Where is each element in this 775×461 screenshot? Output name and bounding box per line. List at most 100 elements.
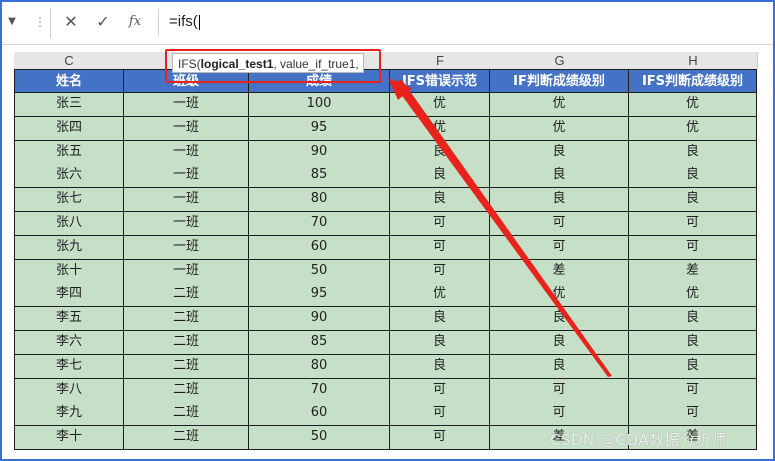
table-cell[interactable]: 优 [390,116,490,141]
table-cell[interactable]: 张七 [14,188,124,213]
column-header-0[interactable]: C [14,52,125,69]
table-cell[interactable]: 95 [249,116,390,141]
table-cell[interactable]: 一班 [124,212,249,236]
table-cell[interactable]: 可 [629,402,757,427]
table-cell[interactable]: 张五 [14,140,124,165]
table-cell[interactable]: 可 [490,212,629,236]
table-cell[interactable]: 良 [390,164,490,189]
table-cell[interactable]: 良 [490,164,629,189]
table-cell[interactable]: 良 [629,188,757,213]
close-icon[interactable]: ✕ [58,11,84,33]
table-cell[interactable]: 李九 [14,402,124,427]
table-cell[interactable]: 优 [629,283,757,308]
table-cell[interactable]: 良 [390,188,490,213]
table-cell[interactable]: 可 [629,212,757,236]
table-cell[interactable]: 二班 [124,307,249,332]
column-header-4[interactable]: G [490,52,630,69]
table-cell[interactable]: 100 [249,93,390,117]
table-cell[interactable]: 张九 [14,235,124,260]
table-cell[interactable]: 张三 [14,93,124,117]
table-cell[interactable]: 李四 [14,283,124,308]
table-cell[interactable]: 60 [249,235,390,260]
table-cell[interactable]: 90 [249,307,390,332]
table-cell[interactable]: 优 [490,116,629,141]
table-cell[interactable]: 一班 [124,116,249,141]
table-cell[interactable]: 50 [249,259,390,284]
header-cell[interactable]: IF判断成绩级别 [490,69,629,93]
table-cell[interactable]: 80 [249,188,390,213]
table-cell[interactable]: 良 [390,331,490,355]
header-cell[interactable]: IFS错误示范 [390,69,490,93]
table-cell[interactable]: 85 [249,331,390,355]
table-cell[interactable]: 良 [490,188,629,213]
table-cell[interactable]: 良 [390,140,490,165]
table-cell[interactable]: 可 [629,235,757,260]
table-cell[interactable]: 可 [490,235,629,260]
table-cell[interactable]: 良 [390,354,490,379]
table-cell[interactable]: 80 [249,354,390,379]
table-cell[interactable]: 85 [249,164,390,189]
table-cell[interactable]: 良 [490,307,629,332]
table-cell[interactable]: 一班 [124,93,249,117]
table-cell[interactable]: 可 [390,212,490,236]
table-cell[interactable]: 李六 [14,331,124,355]
table-cell[interactable]: 差 [490,259,629,284]
table-cell[interactable]: 一班 [124,235,249,260]
table-cell[interactable]: 50 [249,426,390,451]
table-cell[interactable]: 二班 [124,283,249,308]
table-cell[interactable]: 可 [390,402,490,427]
table-cell[interactable]: 二班 [124,426,249,451]
table-cell[interactable]: 优 [390,283,490,308]
table-cell[interactable]: 差 [629,259,757,284]
table-cell[interactable]: 良 [490,140,629,165]
table-cell[interactable]: 优 [490,93,629,117]
table-cell[interactable]: 一班 [124,188,249,213]
table-cell[interactable]: 张十 [14,259,124,284]
table-cell[interactable]: 二班 [124,354,249,379]
table-cell[interactable]: 张六 [14,164,124,189]
table-cell[interactable]: 李七 [14,354,124,379]
table-cell[interactable]: 可 [390,235,490,260]
table-cell[interactable]: 良 [490,331,629,355]
table-cell[interactable]: 一班 [124,140,249,165]
insert-function-button[interactable]: fx [122,11,148,33]
table-cell[interactable]: 良 [490,354,629,379]
table-cell[interactable]: 张八 [14,212,124,236]
table-cell[interactable]: 良 [629,307,757,332]
table-cell[interactable]: 优 [629,93,757,117]
table-cell[interactable]: 良 [629,331,757,355]
table-cell[interactable]: 可 [390,426,490,451]
table-cell[interactable]: 李十 [14,426,124,451]
table-cell[interactable]: 一班 [124,259,249,284]
namebox-dropdown-icon[interactable]: ▼ [6,16,18,28]
header-cell[interactable]: IFS判断成绩级别 [629,69,757,93]
drag-handle-icon[interactable]: ⋮ [34,15,46,29]
table-cell[interactable]: 一班 [124,164,249,189]
table-cell[interactable]: 良 [629,140,757,165]
table-cell[interactable]: 二班 [124,402,249,427]
table-cell[interactable]: 95 [249,283,390,308]
column-header-5[interactable]: H [629,52,758,69]
table-cell[interactable]: 李五 [14,307,124,332]
table-cell[interactable]: 70 [249,378,390,403]
table-cell[interactable]: 优 [390,93,490,117]
table-cell[interactable]: 良 [629,354,757,379]
header-cell[interactable]: 姓名 [14,69,124,93]
table-cell[interactable]: 可 [490,402,629,427]
table-cell[interactable]: 二班 [124,378,249,403]
table-cell[interactable]: 良 [629,164,757,189]
table-cell[interactable]: 优 [490,283,629,308]
table-cell[interactable]: 二班 [124,331,249,355]
table-cell[interactable]: 90 [249,140,390,165]
table-cell[interactable]: 优 [629,116,757,141]
table-cell[interactable]: 良 [390,307,490,332]
table-cell[interactable]: 可 [629,378,757,403]
column-header-3[interactable]: F [390,52,491,69]
table-cell[interactable]: 李八 [14,378,124,403]
table-cell[interactable]: 张四 [14,116,124,141]
table-cell[interactable]: 可 [390,259,490,284]
table-cell[interactable]: 可 [390,378,490,403]
table-cell[interactable]: 60 [249,402,390,427]
check-icon[interactable]: ✓ [90,11,116,33]
table-cell[interactable]: 可 [490,378,629,403]
